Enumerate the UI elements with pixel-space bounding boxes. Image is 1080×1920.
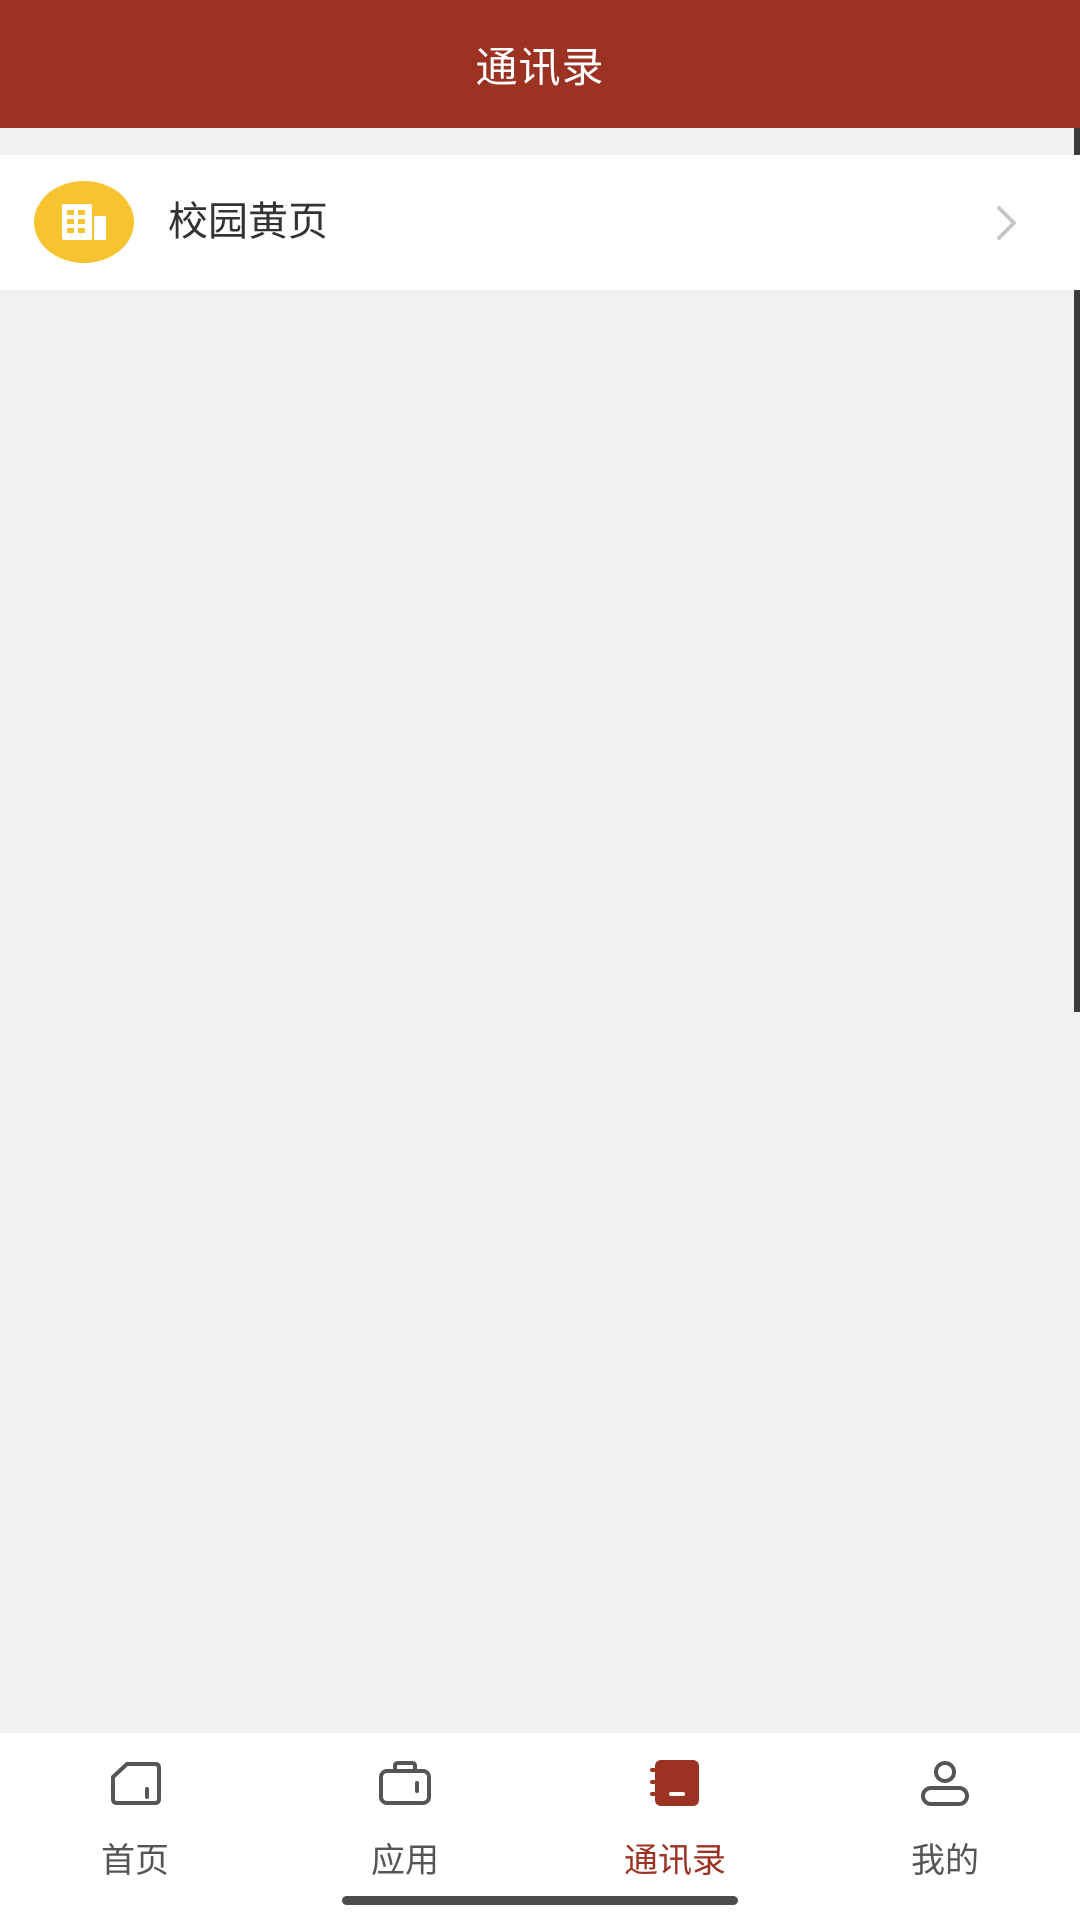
tab-contacts[interactable]: 通讯录	[540, 1733, 810, 1920]
scroll-edge	[1074, 0, 1080, 1012]
tab-label: 应用	[371, 1841, 439, 1881]
page-title: 通讯录	[475, 42, 605, 92]
home-indicator	[342, 1896, 738, 1905]
tab-home[interactable]: 首页	[0, 1733, 270, 1920]
home-icon	[105, 1753, 165, 1813]
contacts-book-icon	[645, 1753, 705, 1813]
tab-label: 通讯录	[624, 1841, 726, 1881]
tab-label: 我的	[911, 1841, 979, 1881]
top-header: 通讯录	[0, 0, 1080, 128]
briefcase-icon	[375, 1753, 435, 1813]
user-icon	[915, 1753, 975, 1813]
list-item-label: 校园黄页	[168, 199, 328, 245]
tab-me[interactable]: 我的	[810, 1733, 1080, 1920]
tab-label: 首页	[101, 1841, 169, 1881]
list-item-campus-yellow-pages[interactable]: 校园黄页	[0, 155, 1080, 290]
tab-apps[interactable]: 应用	[270, 1733, 540, 1920]
chevron-right-icon	[982, 199, 1030, 247]
bottom-tab-bar: 首页 应用 通讯录 我的	[0, 1733, 1080, 1920]
directory-list: 校园黄页	[0, 155, 1080, 290]
app-root: 通讯录 校园黄页 首页 应用 通讯录 我的	[0, 0, 1080, 1920]
building-icon	[34, 181, 134, 263]
